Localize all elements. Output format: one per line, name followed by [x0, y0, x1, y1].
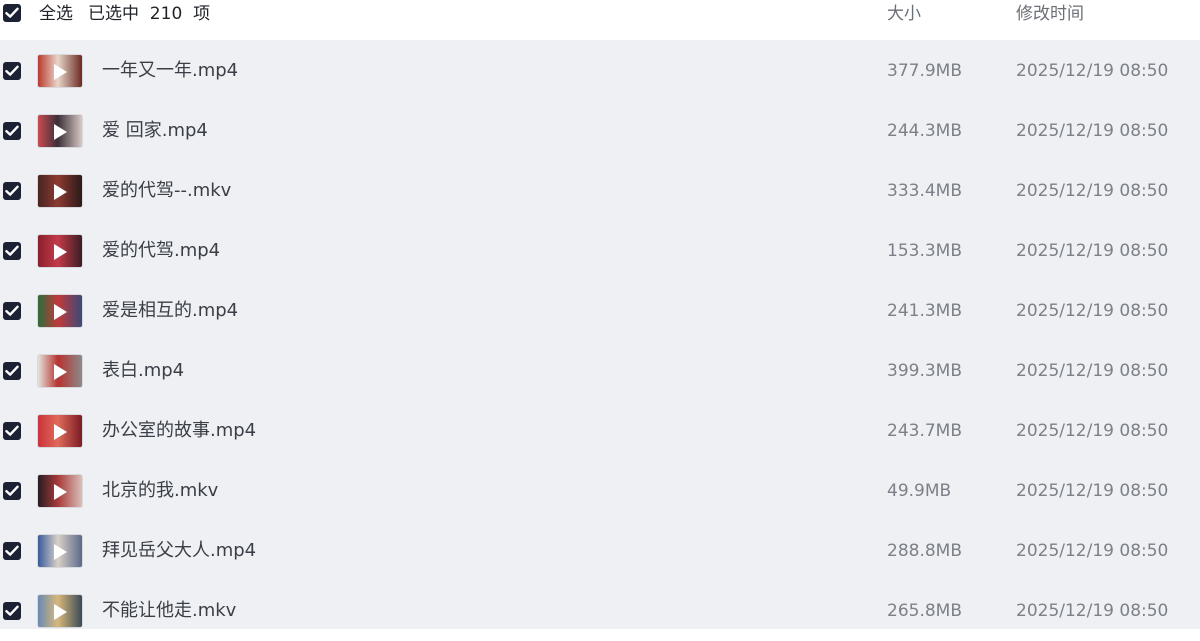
file-row[interactable]: 拜见岳父大人.mp4 288.8MB 2025/12/19 08:50 — [0, 521, 1200, 581]
file-size: 333.4MB — [887, 181, 962, 201]
file-row[interactable]: 爱是相互的.mp4 241.3MB 2025/12/19 08:50 — [0, 281, 1200, 341]
file-row[interactable]: 爱的代驾--.mkv 333.4MB 2025/12/19 08:50 — [0, 161, 1200, 221]
select-all-checkbox[interactable] — [3, 4, 21, 22]
video-thumbnail[interactable] — [37, 534, 83, 568]
file-name[interactable]: 爱 回家.mp4 — [102, 119, 208, 143]
file-row[interactable]: 一年又一年.mp4 377.9MB 2025/12/19 08:50 — [0, 41, 1200, 101]
row-checkbox[interactable] — [3, 62, 21, 80]
checkmark-icon — [5, 7, 19, 18]
checkmark-icon — [5, 365, 19, 376]
list-header: 全选 已选中 210 项 大小 修改时间 — [0, 0, 1200, 40]
file-row[interactable]: 北京的我.mkv 49.9MB 2025/12/19 08:50 — [0, 461, 1200, 521]
selected-count: 已选中 210 项 — [88, 4, 211, 24]
file-size: 377.9MB — [887, 61, 962, 81]
checkmark-icon — [5, 425, 19, 436]
play-icon — [54, 604, 67, 620]
checkmark-icon — [5, 245, 19, 256]
file-name[interactable]: 办公室的故事.mp4 — [102, 419, 256, 443]
video-thumbnail[interactable] — [37, 594, 83, 628]
file-size: 244.3MB — [887, 121, 962, 141]
file-name[interactable]: 爱是相互的.mp4 — [102, 299, 238, 323]
file-size: 49.9MB — [887, 481, 952, 501]
file-modified-time: 2025/12/19 08:50 — [1016, 421, 1169, 441]
checkmark-icon — [5, 65, 19, 76]
file-size: 399.3MB — [887, 361, 962, 381]
checkmark-icon — [5, 125, 19, 136]
play-icon — [54, 544, 67, 560]
row-checkbox[interactable] — [3, 302, 21, 320]
file-modified-time: 2025/12/19 08:50 — [1016, 181, 1169, 201]
checkmark-icon — [5, 185, 19, 196]
file-modified-time: 2025/12/19 08:50 — [1016, 241, 1169, 261]
play-icon — [54, 64, 67, 80]
file-list: 一年又一年.mp4 377.9MB 2025/12/19 08:50 爱 回家.mp4… — [0, 40, 1200, 629]
file-modified-time: 2025/12/19 08:50 — [1016, 481, 1169, 501]
file-modified-time: 2025/12/19 08:50 — [1016, 541, 1169, 561]
file-modified-time: 2025/12/19 08:50 — [1016, 601, 1169, 621]
play-icon — [54, 364, 67, 380]
row-checkbox[interactable] — [3, 602, 21, 620]
file-row[interactable]: 表白.mp4 399.3MB 2025/12/19 08:50 — [0, 341, 1200, 401]
file-size: 153.3MB — [887, 241, 962, 261]
file-row[interactable]: 爱 回家.mp4 244.3MB 2025/12/19 08:50 — [0, 101, 1200, 161]
select-all-label[interactable]: 全选 — [39, 2, 73, 26]
size-column-header[interactable]: 大小 — [887, 2, 921, 26]
video-thumbnail[interactable] — [37, 414, 83, 448]
row-checkbox[interactable] — [3, 482, 21, 500]
row-checkbox[interactable] — [3, 122, 21, 140]
file-name[interactable]: 北京的我.mkv — [102, 479, 218, 503]
file-modified-time: 2025/12/19 08:50 — [1016, 121, 1169, 141]
video-thumbnail[interactable] — [37, 294, 83, 328]
checkmark-icon — [5, 545, 19, 556]
file-size: 288.8MB — [887, 541, 962, 561]
video-thumbnail[interactable] — [37, 354, 83, 388]
file-row[interactable]: 办公室的故事.mp4 243.7MB 2025/12/19 08:50 — [0, 401, 1200, 461]
play-icon — [54, 424, 67, 440]
file-name[interactable]: 一年又一年.mp4 — [102, 59, 238, 83]
row-checkbox[interactable] — [3, 542, 21, 560]
file-size: 241.3MB — [887, 301, 962, 321]
file-name[interactable]: 不能让他走.mkv — [102, 599, 236, 623]
modified-time-column-header[interactable]: 修改时间 — [1016, 2, 1084, 26]
checkmark-icon — [5, 605, 19, 616]
file-name[interactable]: 爱的代驾.mp4 — [102, 239, 220, 263]
file-size: 265.8MB — [887, 601, 962, 621]
video-thumbnail[interactable] — [37, 474, 83, 508]
row-checkbox[interactable] — [3, 422, 21, 440]
video-thumbnail[interactable] — [37, 114, 83, 148]
checkmark-icon — [5, 485, 19, 496]
video-thumbnail[interactable] — [37, 54, 83, 88]
file-row[interactable]: 爱的代驾.mp4 153.3MB 2025/12/19 08:50 — [0, 221, 1200, 281]
file-modified-time: 2025/12/19 08:50 — [1016, 61, 1169, 81]
row-checkbox[interactable] — [3, 362, 21, 380]
file-modified-time: 2025/12/19 08:50 — [1016, 301, 1169, 321]
video-thumbnail[interactable] — [37, 234, 83, 268]
file-name[interactable]: 拜见岳父大人.mp4 — [102, 539, 256, 563]
checkmark-icon — [5, 305, 19, 316]
file-row[interactable]: 不能让他走.mkv 265.8MB 2025/12/19 08:50 — [0, 581, 1200, 641]
file-name[interactable]: 表白.mp4 — [102, 359, 184, 383]
row-checkbox[interactable] — [3, 182, 21, 200]
file-name[interactable]: 爱的代驾--.mkv — [102, 179, 231, 203]
video-thumbnail[interactable] — [37, 174, 83, 208]
play-icon — [54, 124, 67, 140]
play-icon — [54, 244, 67, 260]
play-icon — [54, 304, 67, 320]
file-modified-time: 2025/12/19 08:50 — [1016, 361, 1169, 381]
play-icon — [54, 184, 67, 200]
row-checkbox[interactable] — [3, 242, 21, 260]
file-size: 243.7MB — [887, 421, 962, 441]
play-icon — [54, 484, 67, 500]
